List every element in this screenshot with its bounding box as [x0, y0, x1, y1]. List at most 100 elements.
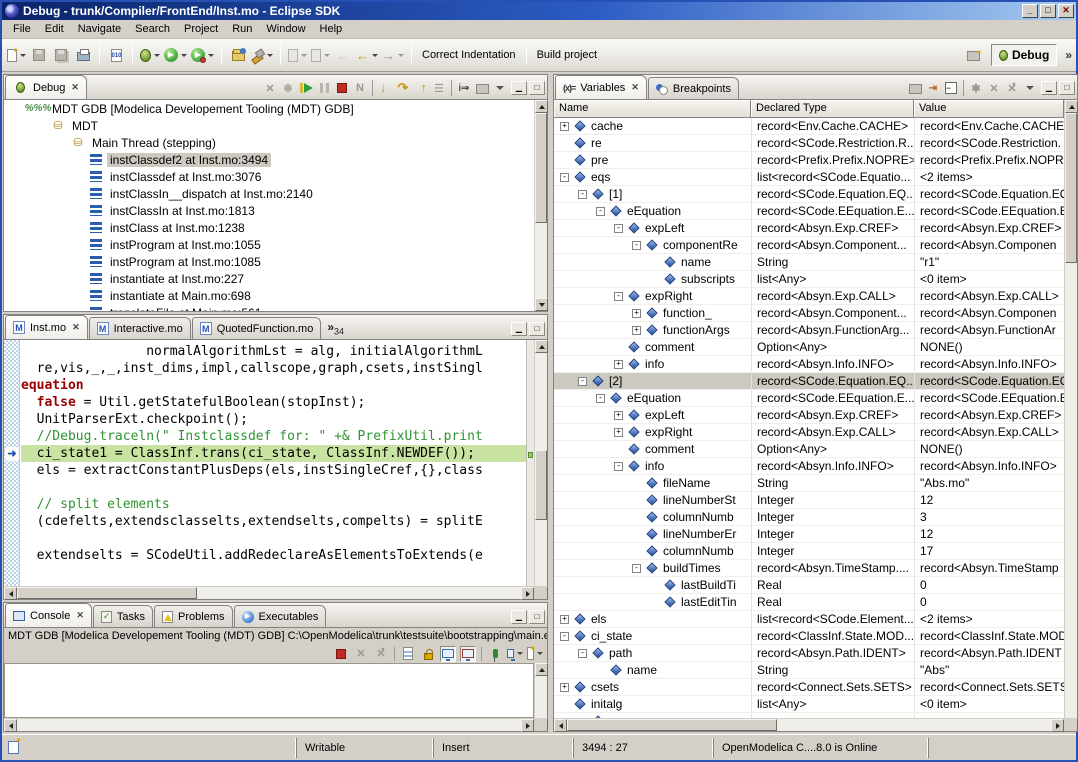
disabled-filter-button[interactable]: [474, 80, 490, 96]
variable-row[interactable]: commentOption<Any>NONE(): [554, 339, 1064, 356]
menu-item-project[interactable]: Project: [177, 21, 225, 37]
variable-row[interactable]: -buildTimesrecord<Absyn.TimeStamp....rec…: [554, 560, 1064, 577]
editor-tab-inst-mo[interactable]: MInst.mo✕: [5, 315, 88, 339]
stack-frame-row[interactable]: instClassdef at Inst.mo:3076: [4, 168, 534, 185]
terminate-button[interactable]: [334, 80, 350, 96]
perspective-overflow-chevron[interactable]: »: [1065, 48, 1072, 62]
debug-tree-row[interactable]: ⛁Main Thread (stepping): [4, 134, 534, 151]
variable-row[interactable]: -ci_staterecord<ClassInf.State.MOD...rec…: [554, 628, 1064, 645]
variable-row[interactable]: commentOption<Any>NONE(): [554, 441, 1064, 458]
suspend-button[interactable]: [316, 80, 332, 96]
variable-row[interactable]: -pathrecord<Absyn.Path.IDENT>record<Absy…: [554, 645, 1064, 662]
expand-icon[interactable]: +: [560, 615, 569, 624]
variable-row[interactable]: -expLeftrecord<Absyn.Exp.CREF>record<Abs…: [554, 220, 1064, 237]
show-on-stdout-button[interactable]: [440, 646, 456, 662]
variable-row[interactable]: rerecord<SCode.Restriction.R...record<SC…: [554, 135, 1064, 152]
correct-indentation-button[interactable]: Correct Indentation: [414, 44, 524, 66]
variable-row[interactable]: nameString"r1": [554, 254, 1064, 271]
open-element-button[interactable]: [227, 44, 249, 66]
collapse-all-button[interactable]: −: [943, 80, 959, 96]
variable-row[interactable]: +cacherecord<Env.Cache.CACHE>record<Env.…: [554, 118, 1064, 135]
variable-row[interactable]: initalglist<Any><0 item>: [554, 696, 1064, 713]
forward-button[interactable]: →: [380, 44, 406, 66]
debug-tree-row[interactable]: ⛁MDT: [4, 117, 534, 134]
expand-icon[interactable]: +: [614, 411, 623, 420]
stack-frame-row[interactable]: instProgram at Inst.mo:1085: [4, 253, 534, 270]
collapse-icon[interactable]: -: [632, 241, 641, 250]
variable-row[interactable]: -expRightrecord<Absyn.Exp.CALL>record<Ab…: [554, 288, 1064, 305]
variables-view-menu-button[interactable]: [1022, 80, 1038, 96]
variable-row[interactable]: prerecord<Prefix.Prefix.NOPRE>record<Pre…: [554, 152, 1064, 169]
debug-launch-button[interactable]: [138, 44, 162, 66]
editor-body[interactable]: ➜ normalAlgorithmLst = alg, initialAlgor…: [4, 340, 547, 599]
menu-item-help[interactable]: Help: [313, 21, 350, 37]
collapse-icon[interactable]: -: [614, 292, 623, 301]
expand-icon[interactable]: +: [632, 326, 641, 335]
console-terminate-button[interactable]: [333, 646, 349, 662]
collapse-icon[interactable]: -: [596, 394, 605, 403]
title-bar[interactable]: Debug - trunk/Compiler/FrontEnd/Inst.mo …: [2, 2, 1076, 20]
tab-variables[interactable]: (x)=Variables✕: [555, 75, 647, 99]
collapse-icon[interactable]: -: [578, 377, 587, 386]
stack-frame-row[interactable]: instantiate at Main.mo:698: [4, 287, 534, 304]
console-minimize-button[interactable]: ▁: [511, 610, 527, 624]
debug-maximize-button[interactable]: □: [529, 81, 545, 95]
menu-item-edit[interactable]: Edit: [38, 21, 71, 37]
collapse-icon[interactable]: -: [578, 649, 587, 658]
tab-console[interactable]: Console✕: [5, 603, 92, 627]
expand-icon[interactable]: +: [614, 428, 623, 437]
save-all-button[interactable]: [50, 44, 72, 66]
tab-tasks[interactable]: Tasks: [93, 605, 153, 627]
tab-executables[interactable]: ▶Executables: [234, 605, 327, 627]
toggle-mark-occurrences-button[interactable]: [249, 44, 275, 66]
variable-row[interactable]: -componentRerecord<Absyn.Component...rec…: [554, 237, 1064, 254]
debug-perspective-button[interactable]: Debug: [991, 44, 1057, 66]
stack-frame-row[interactable]: instProgram at Inst.mo:1055: [4, 236, 534, 253]
menu-item-search[interactable]: Search: [128, 21, 177, 37]
last-edit-location-button[interactable]: [286, 44, 309, 66]
menu-item-run[interactable]: Run: [225, 21, 259, 37]
close-button[interactable]: ✕: [1058, 4, 1074, 18]
variable-row[interactable]: fileNameString"Abs.mo": [554, 475, 1064, 492]
variable-row[interactable]: +function_record<Absyn.Component...recor…: [554, 305, 1064, 322]
stack-frame-row[interactable]: instClassIn__dispatch at Inst.mo:2140: [4, 185, 534, 202]
binary-file-button[interactable]: 010: [105, 44, 127, 66]
debug-restart-button[interactable]: ※: [280, 80, 296, 96]
fast-view-icon[interactable]: [8, 741, 19, 754]
console-horizontal-scrollbar[interactable]: [4, 718, 534, 731]
collapse-icon[interactable]: -: [578, 190, 587, 199]
variable-row[interactable]: lastEditTinReal0: [554, 594, 1064, 611]
remove-selected-button[interactable]: ✕: [986, 80, 1002, 96]
new-watch-button[interactable]: ✱: [968, 80, 984, 96]
editor-tabs-overflow[interactable]: »34: [321, 320, 350, 336]
menu-item-window[interactable]: Window: [259, 21, 312, 37]
debug-minimize-button[interactable]: ▁: [511, 81, 527, 95]
expand-icon[interactable]: +: [614, 360, 623, 369]
scroll-lock-button[interactable]: [420, 646, 436, 662]
step-into-button[interactable]: →: [377, 80, 393, 96]
run-external-tools-button[interactable]: ▶: [189, 44, 216, 66]
back-disabled-button[interactable]: ←: [332, 44, 354, 66]
variables-horizontal-scrollbar[interactable]: [554, 718, 1064, 731]
stack-frame-row[interactable]: instantiate at Inst.mo:227: [4, 270, 534, 287]
variable-row[interactable]: columnNumbInteger17: [554, 543, 1064, 560]
collapse-icon[interactable]: -: [560, 173, 569, 182]
step-return-button[interactable]: →: [413, 80, 429, 96]
tab-debug[interactable]: Debug ✕: [5, 75, 87, 99]
variable-row[interactable]: lineNumberErInteger12: [554, 526, 1064, 543]
variable-row[interactable]: +expRightrecord<Absyn.Exp.CALL>record<Ab…: [554, 424, 1064, 441]
column-header-declared-type[interactable]: Declared Type: [751, 100, 914, 118]
variable-row[interactable]: +elslist<record<SCode.Element...<2 items…: [554, 611, 1064, 628]
run-launch-button[interactable]: ▶: [162, 44, 189, 66]
stack-frame-row[interactable]: instClassIn at Inst.mo:1813: [4, 202, 534, 219]
menu-item-navigate[interactable]: Navigate: [71, 21, 128, 37]
variables-minimize-button[interactable]: ▁: [1041, 81, 1057, 95]
variable-row[interactable]: -eEquationrecord<SCode.EEquation.E...rec…: [554, 203, 1064, 220]
clear-console-button[interactable]: [400, 646, 416, 662]
remove-terminated-button[interactable]: ✕: [262, 80, 278, 96]
menu-item-file[interactable]: File: [6, 21, 38, 37]
editor-vertical-scrollbar[interactable]: [534, 340, 547, 599]
variable-row[interactable]: lastBuildTiReal0: [554, 577, 1064, 594]
variables-tab-close-icon[interactable]: ✕: [631, 82, 639, 93]
debug-view-menu-button[interactable]: [492, 80, 508, 96]
